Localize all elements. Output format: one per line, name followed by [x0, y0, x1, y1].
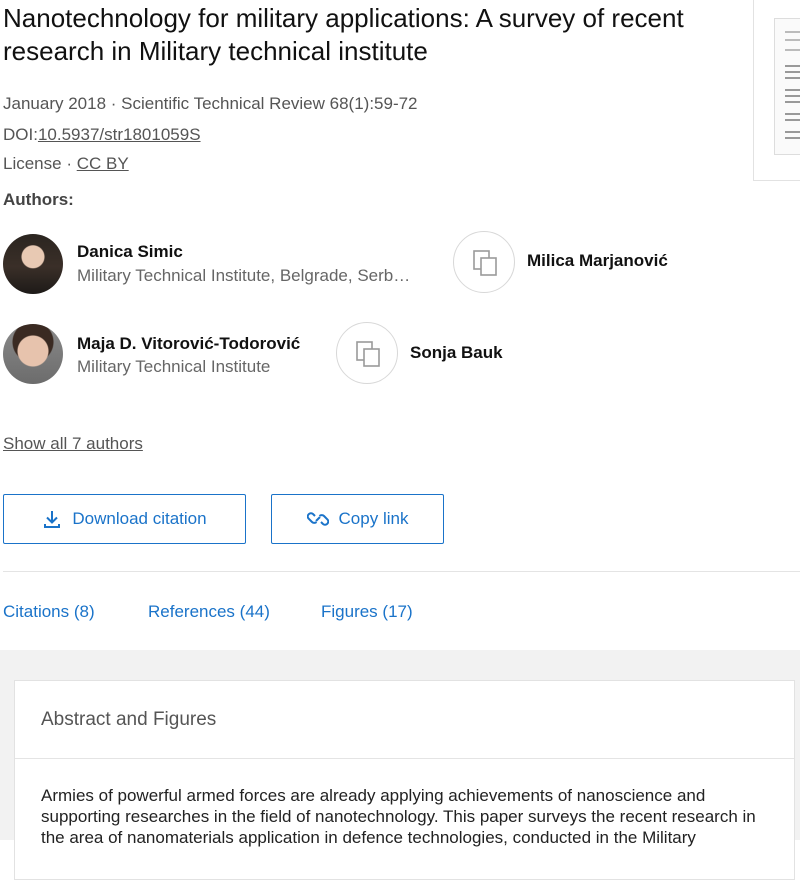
- avatar-placeholder: [336, 322, 398, 384]
- publication-header: Nanotechnology for military applications…: [0, 0, 800, 650]
- license-link[interactable]: CC BY: [77, 154, 129, 173]
- download-citation-button[interactable]: Download citation: [3, 494, 246, 544]
- author-name: Milica Marjanović: [527, 251, 668, 270]
- abstract-text: Armies of powerful armed forces are alre…: [41, 786, 756, 847]
- avatar: [3, 234, 63, 294]
- author-affiliation: Military Technical Institute, Belgrade, …: [77, 266, 411, 285]
- doi-label: DOI:: [3, 125, 38, 144]
- publication-date-journal: January 2018 · Scientific Technical Revi…: [3, 94, 418, 113]
- content-area: Abstract and Figures Armies of powerful …: [0, 650, 800, 880]
- copy-link-label: Copy link: [338, 509, 409, 528]
- copy-placeholder-icon: [356, 341, 380, 367]
- copy-placeholder-icon: [473, 250, 497, 276]
- abstract-card: Abstract and Figures Armies of powerful …: [14, 680, 795, 880]
- avatar: [3, 324, 63, 384]
- copy-link-button[interactable]: Copy link: [271, 494, 444, 544]
- author-name: Danica Simic: [77, 242, 183, 261]
- paper-title: Nanotechnology for military applications…: [3, 3, 684, 66]
- author-name: Sonja Bauk: [410, 343, 503, 362]
- doi-line: DOI:10.5937/str1801059S: [3, 125, 201, 145]
- avatar-placeholder: [453, 231, 515, 293]
- tab-references[interactable]: References (44): [148, 602, 270, 622]
- author-maja-vitorovic-todorovic[interactable]: Maja D. Vitorović-Todorović Military Tec…: [3, 324, 323, 384]
- link-icon: [306, 512, 329, 526]
- license-line: License · CC BY: [3, 154, 129, 174]
- section-divider: [3, 571, 800, 572]
- doi-link[interactable]: 10.5937/str1801059S: [38, 125, 201, 144]
- author-milica-marjanovic[interactable]: Milica Marjanović: [453, 231, 753, 293]
- tab-citations[interactable]: Citations (8): [3, 602, 95, 622]
- download-icon: [44, 511, 61, 528]
- license-label: License ·: [3, 154, 77, 173]
- author-name: Maja D. Vitorović-Todorović: [77, 334, 301, 353]
- authors-label: Authors:: [3, 190, 74, 209]
- abstract-heading: Abstract and Figures: [41, 709, 217, 730]
- abstract-card-header: Abstract and Figures: [15, 681, 794, 759]
- show-all-authors-link[interactable]: Show all 7 authors: [3, 434, 143, 454]
- download-citation-label: Download citation: [72, 509, 207, 528]
- author-danica-simic[interactable]: Danica Simic Military Technical Institut…: [3, 234, 423, 294]
- author-affiliation: Military Technical Institute: [77, 357, 271, 376]
- paper-preview-thumbnail[interactable]: [753, 0, 800, 181]
- tab-figures[interactable]: Figures (17): [321, 602, 413, 622]
- author-sonja-bauk[interactable]: Sonja Bauk: [336, 322, 576, 384]
- paper-preview-page: [774, 18, 800, 155]
